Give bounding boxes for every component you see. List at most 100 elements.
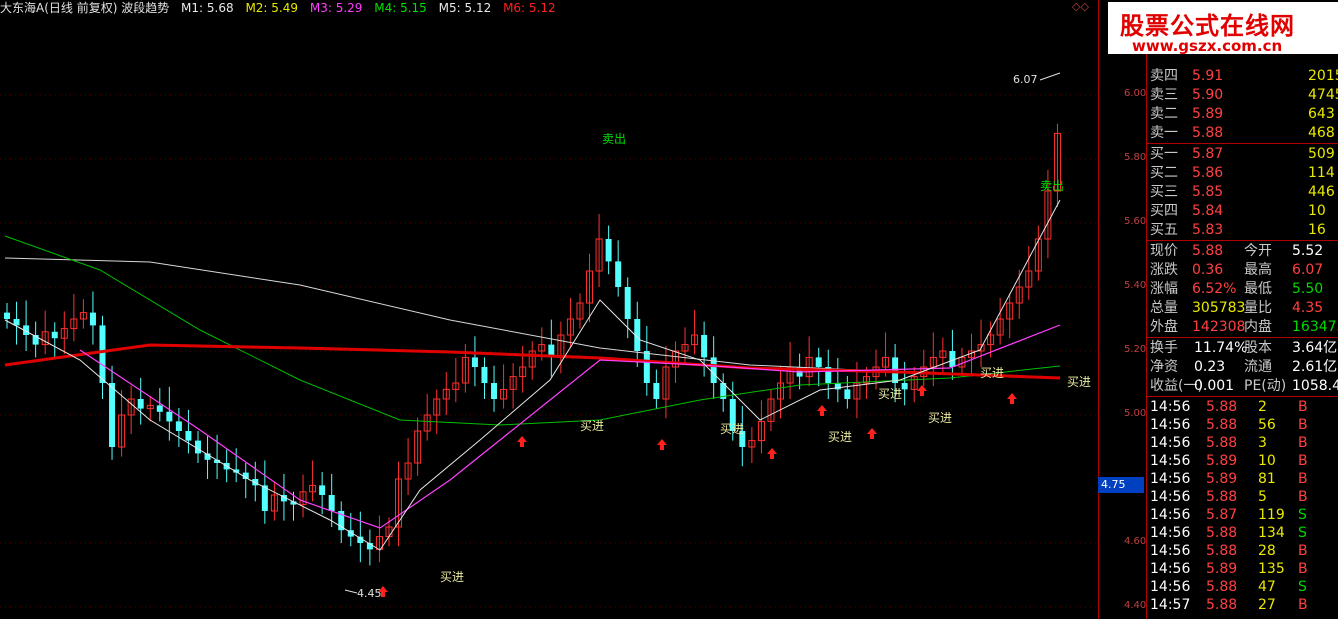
quote-value: 5.50 — [1292, 281, 1324, 297]
tick-volume: 2 — [1258, 399, 1267, 415]
tick-side: B — [1298, 561, 1308, 577]
ask-label: 卖一 — [1150, 125, 1178, 141]
candle-body — [89, 312, 96, 326]
ask-row: 卖三 5.90 4745 — [1146, 86, 1338, 104]
tick-side: B — [1298, 417, 1308, 433]
tick-row: 14:56 5.88 2 B — [1146, 398, 1338, 416]
fundamental-label: 换手 — [1150, 340, 1178, 356]
bid-label: 买三 — [1150, 184, 1178, 200]
ma2-value: M2: 5.49 — [245, 1, 299, 15]
quote-row: 现价 5.88 今开 5.52 — [1146, 242, 1338, 260]
tick-row: 14:56 5.88 3 B — [1146, 434, 1338, 452]
quote-label: 内盘 — [1244, 319, 1272, 335]
quote-label: 最高 — [1244, 262, 1272, 278]
fundamental-value: 2.61亿 — [1292, 359, 1338, 375]
window-corner-icon[interactable]: ◇◇ — [1072, 0, 1089, 13]
quote-value: 6.07 — [1292, 262, 1324, 278]
quote-label: 现价 — [1150, 243, 1178, 259]
bid-volume: 114 — [1308, 165, 1335, 181]
fundamental-label: 流通 — [1244, 359, 1272, 375]
quote-label: 今开 — [1244, 243, 1272, 259]
candle-body — [13, 319, 20, 326]
buy-label-6: 买进 — [928, 411, 952, 425]
tick-price: 5.88 — [1206, 435, 1238, 451]
buy-arrow-icon — [867, 428, 877, 439]
kline-chart[interactable]: 6.07 4.45 卖出 卖出 买进 买进 买进 买进 买进 买进 买进 买进 — [0, 0, 1098, 619]
tick-price: 5.88 — [1206, 399, 1238, 415]
ask-price: 5.90 — [1192, 87, 1224, 103]
sell-signal-label-2: 卖出 — [1040, 179, 1064, 193]
tick-time: 14:56 — [1150, 489, 1191, 505]
tick-time: 14:57 — [1150, 597, 1191, 613]
tick-time: 14:56 — [1150, 453, 1191, 469]
bid-row: 买一 5.87 509 — [1146, 145, 1338, 163]
quote-row: 总量 305783 量比 4.35 — [1146, 299, 1338, 317]
tick-row: 14:56 5.88 5 B — [1146, 488, 1338, 506]
candle-body — [109, 383, 116, 447]
price-tick: 5.60 — [1124, 216, 1147, 227]
ask-volume: 4745 — [1308, 87, 1338, 103]
tick-price: 5.89 — [1206, 471, 1238, 487]
candle-body — [137, 399, 144, 409]
bid-label: 买五 — [1150, 222, 1178, 238]
kline-chart-area[interactable]: 6.07 4.45 卖出 卖出 买进 买进 买进 买进 买进 买进 买进 买进 … — [0, 0, 1098, 619]
quote-label: 涨幅 — [1150, 281, 1178, 297]
signal-marks — [378, 385, 1017, 597]
bid-row: 买二 5.86 114 — [1146, 164, 1338, 182]
candle-body — [99, 325, 106, 383]
bid-price: 5.87 — [1192, 146, 1224, 162]
tick-volume: 3 — [1258, 435, 1267, 451]
ask-row: 卖二 5.89 643 — [1146, 105, 1338, 123]
candle-body — [261, 485, 268, 511]
candle-body — [844, 389, 851, 399]
tick-side: S — [1298, 579, 1307, 595]
tick-time: 14:56 — [1150, 579, 1191, 595]
candle-body — [481, 367, 488, 383]
price-tick: 4.40 — [1124, 600, 1147, 611]
panel-separator — [1146, 240, 1338, 241]
ma1-value: M1: 5.68 — [181, 1, 234, 15]
quote-value: 5.52 — [1292, 243, 1324, 259]
tick-row: 14:56 5.88 28 B — [1146, 542, 1338, 560]
tick-time: 14:56 — [1150, 543, 1191, 559]
bid-label: 买四 — [1150, 203, 1178, 219]
fundamental-value: 0.23 — [1194, 359, 1226, 375]
price-tick: 5.00 — [1124, 408, 1147, 419]
quote-label: 总量 — [1150, 300, 1178, 316]
fundamental-row: 净资 0.23 流通 2.61亿 — [1146, 358, 1338, 376]
ask-row: 卖一 5.88 468 — [1146, 124, 1338, 142]
fundamental-row: 换手 11.74% 股本 3.64亿 — [1146, 339, 1338, 357]
candle-body — [51, 331, 58, 339]
ma6-value: M6: 5.12 — [503, 1, 556, 15]
quote-panel: 卖四 5.91 2015 卖三 5.90 4745 卖二 5.89 643 卖一 5.88 468 买一… — [1146, 0, 1338, 619]
brand-name: 股票公式在线网 — [1120, 12, 1295, 40]
current-price-tag: 4.75 — [1098, 477, 1144, 493]
tick-side: S — [1298, 525, 1307, 541]
buy-arrow-icon — [817, 405, 827, 416]
tick-time: 14:56 — [1150, 525, 1191, 541]
quote-label: 最低 — [1244, 281, 1272, 297]
sell-signal-label: 卖出 — [602, 132, 626, 146]
candle-body — [4, 312, 10, 319]
tick-volume: 5 — [1258, 489, 1267, 505]
bid-row: 买四 5.84 10 — [1146, 202, 1338, 220]
tick-price: 5.88 — [1206, 489, 1238, 505]
quote-value: 4.35 — [1292, 300, 1324, 316]
tick-row: 14:56 5.88 47 S — [1146, 578, 1338, 596]
chart-header: 大东海A(日线 前复权) 波段趋势 M1: 5.68 M2: 5.49 M3: … — [0, 0, 1098, 16]
tick-side: B — [1298, 471, 1308, 487]
ma5-value: M5: 5.12 — [438, 1, 492, 15]
buy-label-5: 买进 — [878, 387, 902, 401]
tick-volume: 28 — [1258, 543, 1276, 559]
ask-price: 5.89 — [1192, 106, 1224, 122]
candle-body — [605, 239, 612, 262]
tick-row: 14:56 5.89 135 B — [1146, 560, 1338, 578]
fundamental-row: 收益(一) 0.001 PE(动) 1058.4 — [1146, 377, 1338, 395]
tick-volume: 119 — [1258, 507, 1285, 523]
candle-body — [815, 357, 822, 367]
tick-side: S — [1298, 507, 1307, 523]
low-price-label: 4.45 — [357, 587, 382, 600]
ask-label: 卖三 — [1150, 87, 1178, 103]
tick-volume: 27 — [1258, 597, 1276, 613]
bid-volume: 509 — [1308, 146, 1335, 162]
